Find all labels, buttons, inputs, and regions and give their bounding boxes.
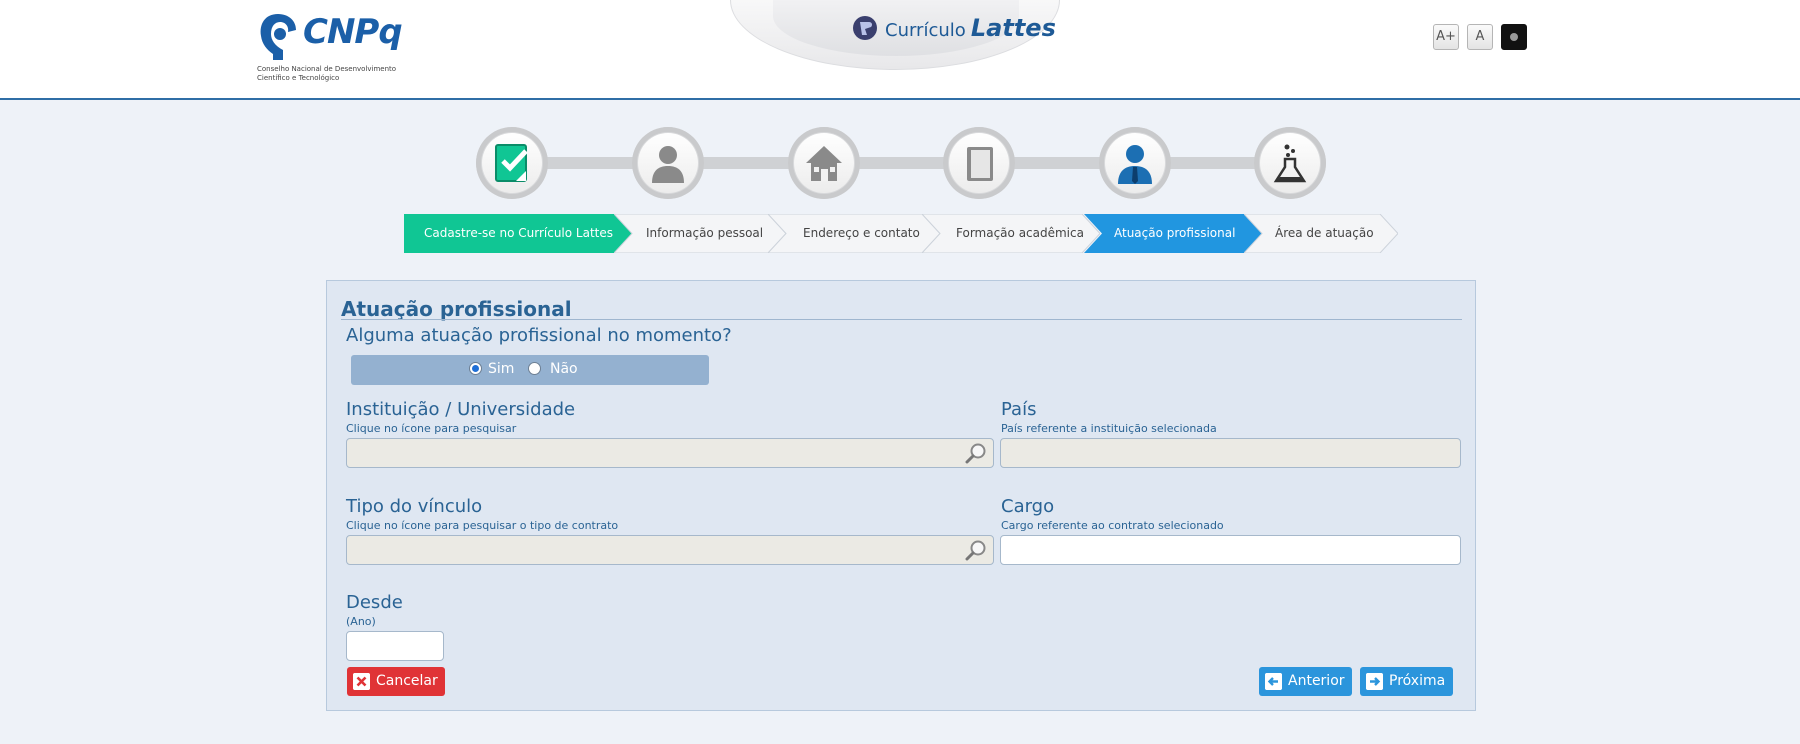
- lattes-header-inner: Currículo Lattes: [773, 0, 1056, 56]
- next-label: Próxima: [1389, 673, 1446, 689]
- arrow-left-icon: [1265, 673, 1282, 690]
- font-increase-button[interactable]: A+: [1433, 24, 1459, 50]
- role-hint: Cargo referente ao contrato selecionado: [1001, 519, 1224, 532]
- step-endereco-contato[interactable]: Endereço e contato: [768, 214, 940, 253]
- since-label: Desde: [346, 592, 403, 613]
- radio-sim[interactable]: [469, 362, 482, 375]
- since-year-field[interactable]: [346, 631, 444, 661]
- next-button[interactable]: Próxima: [1360, 667, 1453, 696]
- step-area-atuacao[interactable]: Área de atuação: [1244, 214, 1398, 253]
- step-icon-endereco[interactable]: [788, 127, 860, 199]
- step-icon-area-atuacao[interactable]: [1254, 127, 1326, 199]
- close-icon: [353, 673, 370, 690]
- form-check-icon: [495, 144, 528, 182]
- flask-icon: [1273, 144, 1307, 183]
- person-icon: [652, 146, 684, 183]
- lattes-logo-icon: [853, 16, 877, 40]
- step-label: Área de atuação: [1275, 226, 1374, 240]
- panel-title: Atuação profissional: [341, 297, 572, 321]
- institution-label: Instituição / Universidade: [346, 399, 576, 420]
- current-job-question: Alguma atuação profissional no momento?: [346, 325, 732, 346]
- book-icon: [967, 147, 993, 181]
- house-icon: [806, 146, 842, 181]
- cancel-button[interactable]: Cancelar: [347, 667, 445, 696]
- logo-text: CNPq: [303, 12, 403, 52]
- step-icon-formacao[interactable]: [943, 127, 1015, 199]
- search-institution-icon[interactable]: [965, 442, 987, 464]
- step-label: Formação acadêmica: [956, 226, 1084, 240]
- step-formacao-academica[interactable]: Formação acadêmica: [922, 214, 1100, 253]
- font-default-button[interactable]: A: [1467, 24, 1493, 50]
- top-header: CNPq Conselho Nacional de Desenvolviment…: [0, 0, 1800, 100]
- since-hint: (Ano): [346, 615, 376, 628]
- bond-type-label: Tipo do vínculo: [346, 496, 483, 517]
- step-informacao-pessoal[interactable]: Informação pessoal: [614, 214, 786, 253]
- step-label: Endereço e contato: [803, 226, 920, 240]
- professional-icon: [1118, 145, 1152, 184]
- form-panel: Atuação profissional Alguma atuação prof…: [326, 280, 1476, 711]
- app-title-small: Currículo: [885, 20, 966, 41]
- bond-type-hint: Clique no ícone para pesquisar o tipo de…: [346, 519, 619, 532]
- role-label: Cargo: [1001, 496, 1055, 517]
- role-field[interactable]: [1000, 535, 1461, 565]
- progress-breadcrumb: Cadastre-se no Currículo Lattes Informaç…: [404, 214, 1404, 253]
- title-divider: [341, 319, 1462, 320]
- previous-button[interactable]: Anterior: [1259, 667, 1352, 696]
- step-label: Informação pessoal: [646, 226, 764, 240]
- radio-sim-label[interactable]: Sim: [488, 361, 514, 377]
- step-label: Cadastre-se no Currículo Lattes: [424, 226, 614, 240]
- step-atuacao-profissional[interactable]: Atuação profissional: [1084, 214, 1262, 253]
- step-icon-informacao-pessoal[interactable]: [632, 127, 704, 199]
- institution-hint: Clique no ícone para pesquisar: [346, 422, 517, 435]
- cancel-label: Cancelar: [376, 673, 438, 689]
- logo-subtitle-line-1: Conselho Nacional de Desenvolvimento: [257, 65, 397, 73]
- logo-subtitle: Conselho Nacional de Desenvolvimento Cie…: [257, 65, 417, 83]
- step-icon-atuacao-profissional[interactable]: [1099, 127, 1171, 199]
- high-contrast-button[interactable]: [1501, 24, 1527, 50]
- bond-type-field[interactable]: [346, 535, 994, 565]
- country-label: País: [1001, 399, 1037, 420]
- current-job-radio-group: Sim Não: [351, 355, 709, 385]
- lattes-header-tab: Currículo Lattes: [730, 0, 1060, 70]
- contrast-icon: [1510, 33, 1518, 41]
- step-icon-cadastre[interactable]: [476, 127, 548, 199]
- step-label: Atuação profissional: [1114, 226, 1236, 240]
- country-hint: País referente a instituição selecionada: [1001, 422, 1217, 435]
- arrow-right-icon: [1366, 673, 1383, 690]
- logo-subtitle-line-2: Científico e Tecnológico: [257, 74, 340, 82]
- app-title: Currículo Lattes: [885, 14, 1056, 42]
- institution-field[interactable]: [346, 438, 994, 468]
- cnpq-emblem-icon: [260, 14, 296, 60]
- step-cadastre[interactable]: Cadastre-se no Currículo Lattes: [404, 214, 632, 253]
- country-field[interactable]: [1000, 438, 1461, 468]
- search-bond-type-icon[interactable]: [965, 539, 987, 561]
- cnpq-logo[interactable]: CNPq Conselho Nacional de Desenvolviment…: [255, 10, 415, 86]
- previous-label: Anterior: [1288, 673, 1345, 689]
- app-title-big: Lattes: [970, 14, 1056, 42]
- radio-nao-label[interactable]: Não: [550, 361, 578, 377]
- radio-nao[interactable]: [528, 362, 541, 375]
